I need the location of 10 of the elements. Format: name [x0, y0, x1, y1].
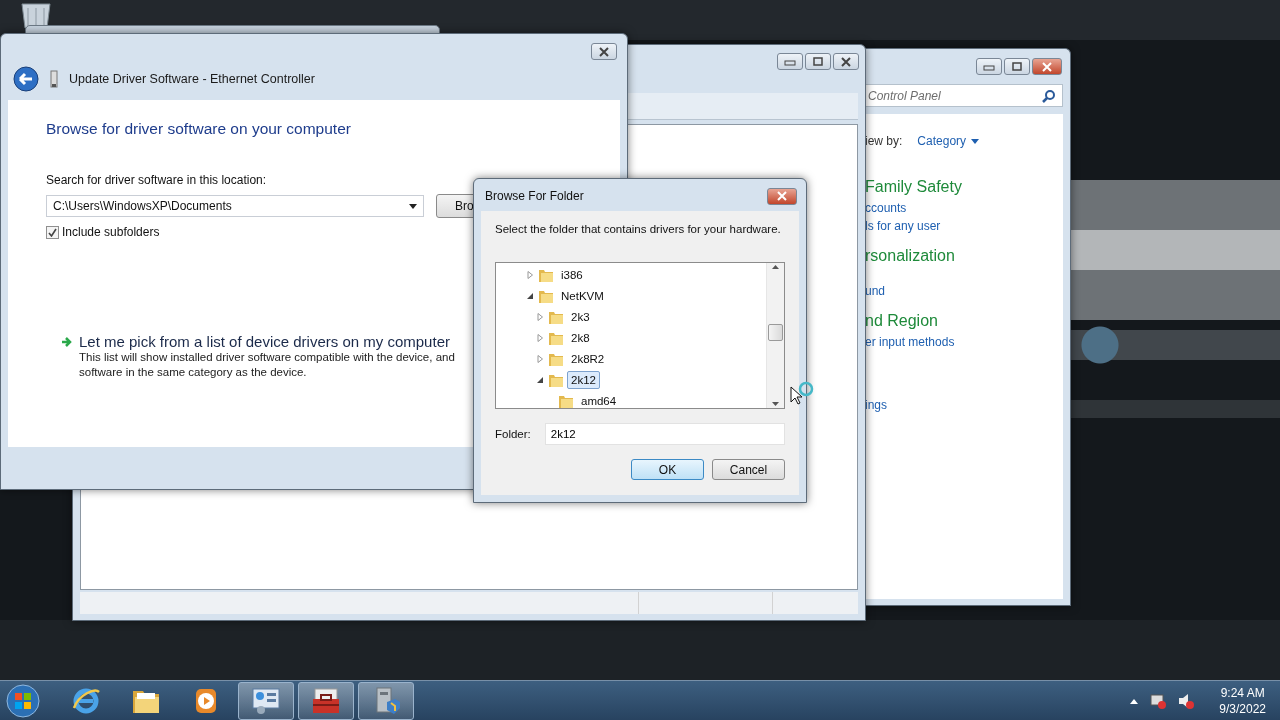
include-subfolders-label: Include subfolders: [62, 225, 160, 239]
description-text: software in the same category as the device.: [79, 365, 308, 380]
view-by-label: iew by:: [865, 134, 903, 148]
location-label: Search for driver software in this location:: [46, 173, 268, 187]
dialog-title: Browse For Folder: [485, 189, 584, 203]
window-title: Update Driver Software - Ethernet Controller: [69, 72, 315, 86]
folder-label: Folder:: [495, 428, 531, 440]
description-text: This list will show installed driver software compatible with the device, and: [79, 350, 455, 365]
page-heading: Browse for driver software on your computer: [46, 120, 352, 138]
instruction-text: Select the folder that contains drivers for your hardware.: [495, 223, 782, 235]
